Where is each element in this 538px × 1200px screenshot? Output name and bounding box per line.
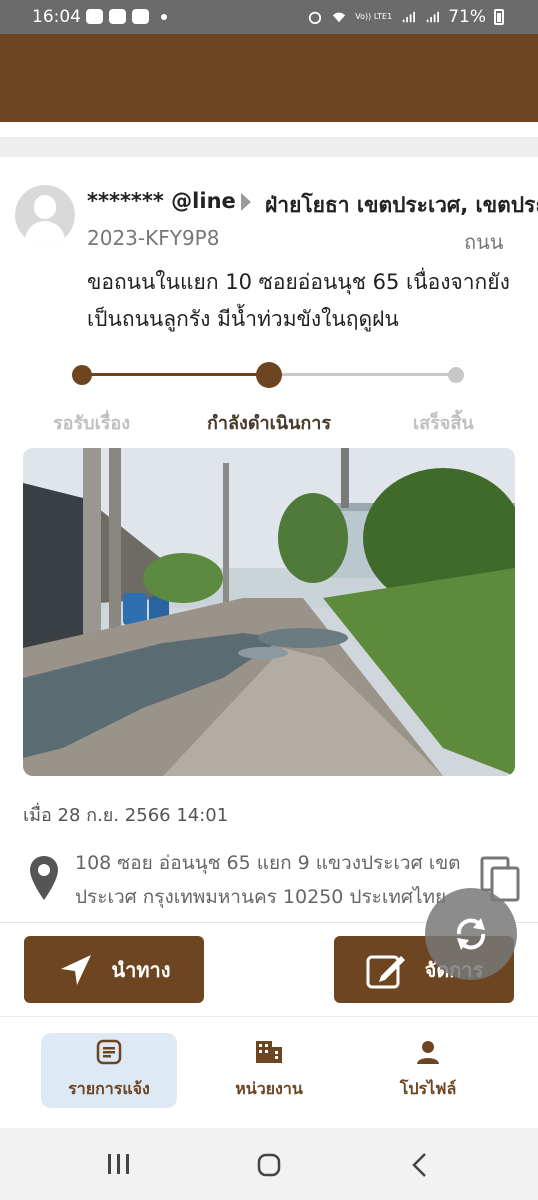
progress-steps: รอรับเรื่อง กำลังดำเนินการ เสร็จสิ้น (0, 408, 538, 434)
battery-percent: 71% (448, 7, 486, 27)
step-completed: เสร็จสิ้น (413, 413, 474, 434)
section-gap (0, 137, 538, 157)
navigate-button[interactable]: นำทาง (24, 936, 204, 1003)
back-icon[interactable] (410, 1152, 430, 1178)
more-notifications-dot (161, 13, 167, 20)
progress-line-done (82, 373, 268, 376)
step-in-progress: กำลังดำเนินการ (207, 413, 332, 434)
report-datetime: เมื่อ 28 ก.ย. 2566 14:01 (23, 805, 229, 826)
line-app-icon (86, 9, 103, 24)
signal2-icon (426, 11, 440, 23)
progress-dot-step3 (448, 367, 464, 383)
gallery-icon (109, 9, 126, 24)
reporter-name: ******* @line (87, 189, 236, 213)
progress-dot-step1 (72, 365, 92, 385)
app-header (0, 34, 538, 122)
nav-agencies[interactable]: หน่วยงาน (201, 1033, 337, 1108)
agency-name: ฝ่ายโยธา เขตประเวศ, เขตประเวศ (265, 193, 538, 217)
arrow-right-icon (241, 193, 251, 211)
battery-icon (494, 9, 504, 25)
step-received: รอรับเรื่อง (53, 413, 130, 434)
status-right: Vo)) LTE1 71% (307, 7, 504, 27)
refresh-fab[interactable] (425, 888, 517, 980)
network-type: Vo)) LTE1 (355, 12, 393, 21)
location-pin-icon (30, 856, 58, 900)
alarm-icon (309, 11, 322, 24)
progress-track (70, 360, 470, 390)
recent-apps-icon[interactable] (106, 1152, 132, 1176)
list-icon (96, 1039, 122, 1065)
report-description: ขอถนนในแยก 10 ซอยอ่อนนุช 65 เนื่องจากยัง… (87, 270, 510, 331)
status-time: 16:04 (32, 7, 81, 27)
system-nav-bar (0, 1128, 538, 1200)
navigate-label: นำทาง (111, 957, 171, 982)
youtube-icon (132, 9, 149, 24)
wifi-icon (333, 12, 346, 23)
nav-reports-label: รายการแจ้ง (68, 1079, 150, 1098)
nav-profile-label: โปรไฟล์ (399, 1079, 457, 1098)
person-icon (417, 1041, 439, 1064)
ticket-id: 2023-KFY9P8 (87, 226, 220, 250)
signal-icon (402, 11, 416, 23)
nav-agencies-label: หน่วยงาน (235, 1079, 303, 1098)
report-photo[interactable] (23, 448, 515, 776)
nav-reports[interactable]: รายการแจ้ง (41, 1033, 177, 1108)
progress-dot-step2 (256, 362, 282, 388)
report-address: 108 ซอย อ่อนนุช 65 แยก 9 แขวงประเวศ เขตป… (75, 852, 461, 908)
navigation-arrow-icon (61, 954, 92, 985)
road-photo-illustration (23, 448, 515, 776)
nav-profile[interactable]: โปรไฟล์ (360, 1033, 496, 1108)
refresh-icon (456, 918, 486, 950)
notification-icons (86, 9, 167, 24)
home-icon[interactable] (256, 1152, 282, 1178)
user-avatar (15, 185, 75, 245)
bottom-nav: รายการแจ้ง หน่วยงาน โปรไฟล์ (0, 1016, 538, 1128)
building-icon (256, 1041, 282, 1063)
status-bar: 16:04 Vo)) LTE1 71% (0, 0, 538, 34)
edit-icon (366, 955, 405, 988)
category-label: ถนน (464, 230, 504, 254)
progress-line-pending (268, 373, 456, 376)
